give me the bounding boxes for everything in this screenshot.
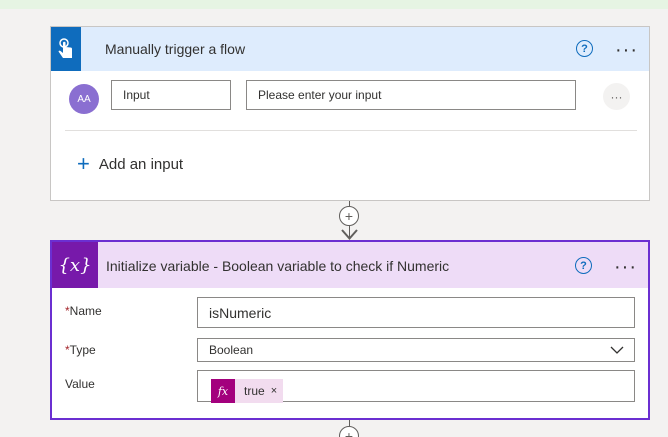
input-row-more-icon[interactable]: ··· — [603, 83, 630, 110]
value-field[interactable]: fx true × — [197, 370, 635, 403]
add-input-button[interactable]: + Add an input — [77, 151, 184, 176]
value-label: Value — [65, 377, 95, 391]
initialize-variable-card: {x} Initialize variable - Boolean variab… — [50, 240, 650, 420]
trigger-card: Manually trigger a flow ? ··· AA Input P… — [50, 26, 650, 201]
plus-icon: + — [77, 151, 90, 176]
expression-token-text: true — [244, 384, 265, 398]
variable-card-header[interactable]: {x} Initialize variable - Boolean variab… — [52, 242, 648, 288]
more-options-icon[interactable]: ··· — [615, 40, 638, 60]
variable-icon: {x} — [52, 242, 98, 288]
name-label: *Name — [65, 304, 102, 318]
help-icon[interactable]: ? — [575, 257, 592, 274]
text-input-avatar-icon: AA — [69, 84, 99, 114]
remove-token-icon[interactable]: × — [271, 385, 277, 397]
input-name-field[interactable]: Input — [111, 80, 231, 110]
more-options-icon[interactable]: ··· — [614, 257, 637, 277]
fx-icon: fx — [211, 379, 235, 403]
type-selected-value: Boolean — [209, 343, 254, 357]
input-placeholder-field[interactable]: Please enter your input — [246, 80, 576, 110]
insert-step-button[interactable]: + — [339, 426, 359, 437]
type-label: *Type — [65, 343, 96, 357]
divider — [65, 130, 637, 131]
chevron-down-icon — [610, 346, 624, 354]
help-icon[interactable]: ? — [576, 40, 593, 57]
insert-step-button[interactable]: + — [339, 206, 359, 226]
arrow-down-icon — [341, 229, 358, 240]
touch-hand-icon — [51, 27, 81, 71]
trigger-card-header[interactable]: Manually trigger a flow ? ··· — [51, 27, 649, 71]
add-input-label: Add an input — [98, 155, 184, 173]
name-field[interactable]: isNumeric — [197, 297, 635, 328]
type-select[interactable]: Boolean — [197, 338, 635, 362]
trigger-card-title: Manually trigger a flow — [105, 41, 246, 57]
top-strip — [0, 0, 668, 9]
variable-card-title: Initialize variable - Boolean variable t… — [106, 258, 450, 274]
expression-token[interactable]: fx true × — [211, 379, 284, 403]
